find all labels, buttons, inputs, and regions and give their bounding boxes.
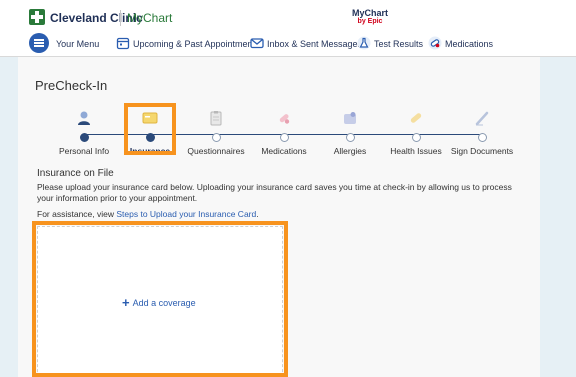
epic-logo-line2: by Epic: [357, 18, 383, 25]
cleveland-clinic-logo-icon[interactable]: [29, 9, 45, 25]
step-dot: [211, 133, 221, 142]
nav-appointments[interactable]: Upcoming & Past Appointments: [133, 39, 260, 49]
step-dot: [345, 133, 355, 142]
upload-steps-link[interactable]: Steps to Upload your Insurance Card: [116, 209, 256, 219]
allergy-icon: [344, 112, 356, 124]
calendar-icon[interactable]: [116, 36, 130, 50]
insurance-assistance: For assistance, view Steps to Upload you…: [37, 209, 259, 219]
right-gutter: [540, 57, 576, 377]
clipboard-icon: [210, 111, 222, 126]
step-dot: [279, 133, 289, 142]
nav-test-results[interactable]: Test Results: [374, 39, 423, 49]
main-nav: Your Menu Upcoming & Past Appointments I…: [0, 33, 576, 55]
pen-icon: [475, 111, 489, 126]
brand-product[interactable]: MyChart: [127, 11, 172, 25]
assist-prefix: For assistance, view: [37, 209, 117, 219]
envelope-icon[interactable]: [250, 36, 264, 50]
plus-icon: +: [122, 295, 130, 310]
your-menu-link[interactable]: Your Menu: [56, 39, 99, 49]
insurance-section-title: Insurance on File: [37, 168, 114, 179]
pills-icon: [279, 114, 290, 124]
step-label: Sign Documents: [450, 146, 514, 156]
left-gutter: [0, 57, 18, 377]
nav-messages[interactable]: Inbox & Sent Messages: [267, 39, 362, 49]
assist-suffix: .: [256, 209, 259, 219]
add-coverage-button[interactable]: + Add a coverage: [122, 295, 196, 310]
pills-icon[interactable]: [428, 36, 442, 50]
brand-divider: [120, 10, 121, 26]
step-dot: [79, 133, 89, 142]
step-dot: [477, 133, 487, 142]
epic-logo-line1: MyChart: [351, 8, 388, 18]
menu-icon[interactable]: [29, 33, 49, 53]
nav-medications[interactable]: Medications: [445, 39, 493, 49]
insurance-step-highlight: [124, 103, 176, 155]
insurance-description: Please upload your insurance card below.…: [37, 182, 512, 203]
step-dot: [411, 133, 421, 142]
mychart-epic-logo: MyChart by Epic: [350, 8, 390, 28]
person-icon: [78, 111, 90, 125]
add-coverage-label: Add a coverage: [132, 298, 196, 308]
page-title: PreCheck-In: [35, 78, 108, 93]
step-sign-documents[interactable]: Sign Documents: [442, 110, 522, 156]
flask-icon[interactable]: [357, 36, 371, 50]
bandage-icon: [410, 113, 422, 123]
